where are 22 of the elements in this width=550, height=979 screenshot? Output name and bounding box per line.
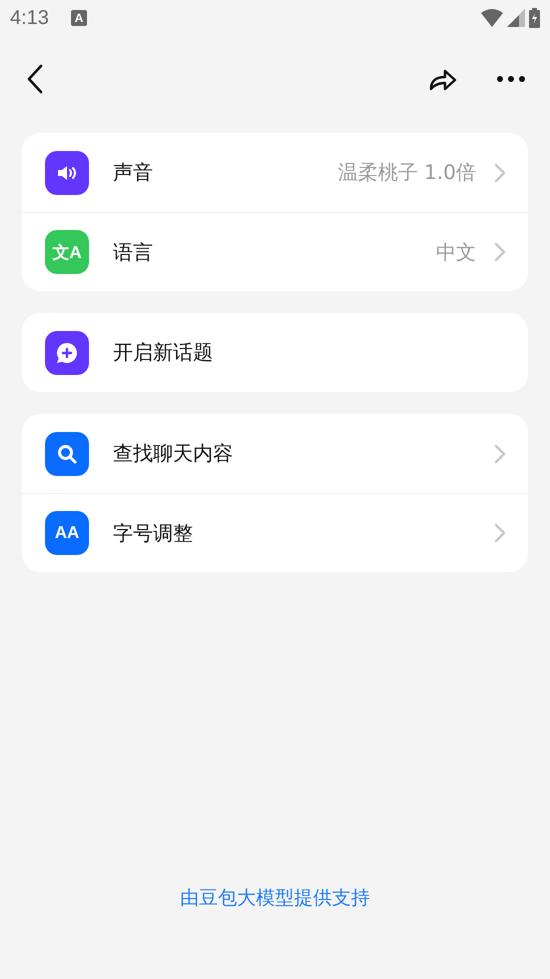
row-label: 开启新话题 [113, 339, 213, 366]
text-icon: AA [45, 511, 89, 555]
row-label: 声音 [113, 159, 153, 186]
row-label: 语言 [113, 238, 153, 266]
row-value: 温柔桃子 1.0倍 [338, 159, 476, 186]
text-icon: 文A [45, 230, 89, 274]
row-label: 查找聊天内容 [113, 440, 233, 467]
notification-icon: A [70, 10, 87, 26]
settings-row[interactable]: 声音 温柔桃子 1.0倍 [22, 133, 528, 212]
battery-icon [529, 8, 540, 28]
more-icon [496, 75, 526, 83]
settings-row[interactable]: 开启新话题 [22, 313, 528, 392]
row-label: 字号调整 [113, 520, 193, 546]
row-value: 中文 [436, 238, 476, 266]
settings-row[interactable]: 文A 语言 中文 [22, 212, 528, 291]
footer-link[interactable]: 由豆包大模型提供支持 [180, 887, 370, 909]
back-icon [26, 64, 44, 94]
settings-row[interactable]: 查找聊天内容 [22, 414, 528, 493]
settings-row[interactable]: AA 字号调整 [22, 493, 528, 572]
signal-icon [507, 9, 525, 27]
wifi-icon [481, 9, 503, 27]
status-time: 4:13 [10, 6, 49, 30]
